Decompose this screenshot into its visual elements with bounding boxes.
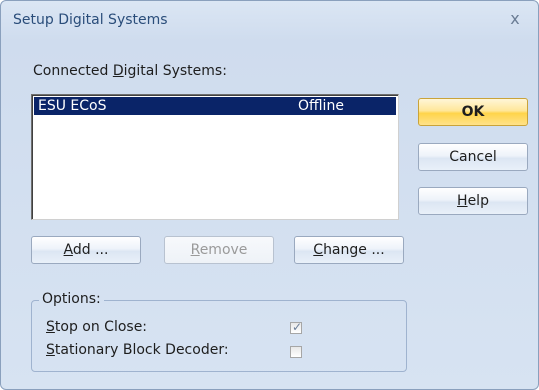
close-icon: x <box>510 9 520 28</box>
stationary-block-decoder-checkbox[interactable] <box>290 346 302 358</box>
stop-on-close-label: Stop on Close: <box>46 319 148 335</box>
check-icon: ✓ <box>291 320 303 334</box>
options-groupbox <box>31 300 407 372</box>
help-button[interactable]: Help <box>418 187 528 215</box>
change-button[interactable]: Change ... <box>294 236 404 264</box>
system-name: ESU ECoS <box>38 98 107 114</box>
mnemonic: D <box>112 63 124 79</box>
system-status: Offline <box>298 98 344 114</box>
options-title: Options: <box>39 291 104 307</box>
remove-button[interactable]: Remove <box>164 236 274 264</box>
list-item[interactable]: ESU ECoS Offline <box>34 97 396 115</box>
cancel-button[interactable]: Cancel <box>418 143 528 171</box>
dialog-title: Setup Digital Systems <box>13 12 168 28</box>
close-button[interactable]: x <box>504 8 526 30</box>
stationary-block-decoder-label: Stationary Block Decoder: <box>46 342 229 358</box>
setup-digital-systems-dialog: Setup Digital Systems x Connected Digita… <box>0 0 539 390</box>
stop-on-close-checkbox[interactable]: ✓ <box>290 320 303 334</box>
connected-systems-list[interactable]: ESU ECoS Offline <box>31 94 399 220</box>
add-button[interactable]: Add ... <box>31 236 141 264</box>
connected-systems-label: Connected Digital Systems: <box>33 63 227 79</box>
ok-button[interactable]: OK <box>418 98 528 126</box>
title-bar[interactable]: Setup Digital Systems x <box>1 1 538 41</box>
